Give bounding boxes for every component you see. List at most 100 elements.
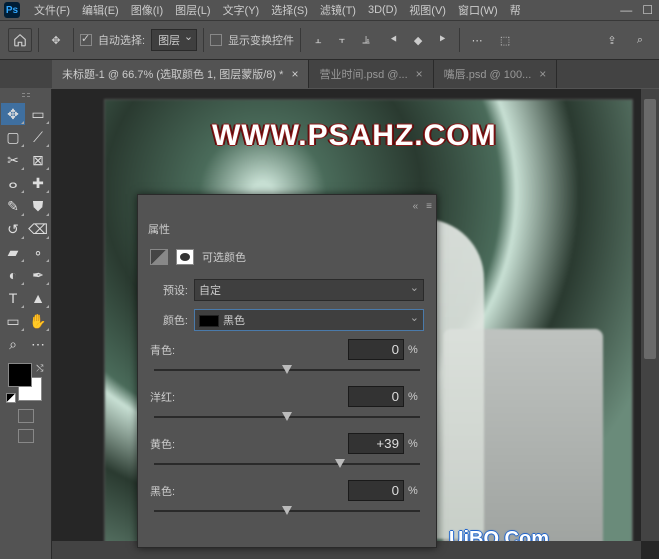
standard-mode-icon[interactable] bbox=[18, 409, 34, 423]
tools-panel: ✥ ▭ ▢ ⟋ ✂ ⊠ ⴰ ✚ ✎ ⛊ ↺ ⌫ ▰ ∘ ◐ ✒ T ▲ ▭ ✋ … bbox=[0, 89, 52, 559]
3d-mode-icon[interactable]: ⬚ bbox=[494, 29, 516, 51]
menu-select[interactable]: 选择(S) bbox=[265, 0, 314, 20]
document-tab[interactable]: 嘴唇.psd @ 100... × bbox=[434, 60, 558, 88]
search-icon[interactable]: ⌕ bbox=[629, 29, 651, 51]
slider-track[interactable] bbox=[154, 505, 420, 517]
collapse-icon[interactable]: « bbox=[413, 201, 419, 212]
screen-mode-icon[interactable] bbox=[18, 429, 34, 443]
align-bottom-icon[interactable]: ⫡ bbox=[355, 29, 377, 51]
default-colors-icon[interactable] bbox=[6, 393, 16, 403]
distribute-icon[interactable]: ⋯ bbox=[466, 29, 488, 51]
slider-thumb[interactable] bbox=[282, 365, 292, 374]
auto-select-checkbox[interactable] bbox=[80, 34, 92, 46]
slider-row: 黑色:% bbox=[150, 480, 424, 501]
menu-help[interactable]: 帮 bbox=[504, 0, 527, 20]
stamp-tool[interactable]: ⛊ bbox=[26, 195, 50, 217]
align-left-icon[interactable]: ⯇ bbox=[383, 29, 405, 51]
close-icon[interactable]: × bbox=[291, 67, 298, 81]
healing-tool[interactable]: ✚ bbox=[26, 172, 50, 194]
slider-value-input[interactable] bbox=[348, 433, 404, 454]
color-dropdown[interactable]: 黑色 bbox=[194, 309, 424, 331]
slider-thumb[interactable] bbox=[282, 412, 292, 421]
lasso-tool[interactable]: ⟋ bbox=[26, 126, 50, 148]
minimize-button[interactable]: — bbox=[620, 3, 632, 17]
panel-header[interactable]: « ≡ bbox=[138, 195, 436, 217]
align-top-icon[interactable]: ⫠ bbox=[307, 29, 329, 51]
maximize-button[interactable]: ☐ bbox=[642, 3, 653, 17]
crop-tool[interactable]: ✂ bbox=[1, 149, 25, 171]
swap-colors-icon[interactable]: ⤭ bbox=[36, 363, 43, 374]
screen-mode[interactable] bbox=[18, 429, 34, 443]
color-swatches[interactable]: ⤭ bbox=[6, 363, 46, 403]
menu-3d[interactable]: 3D(D) bbox=[362, 2, 403, 18]
close-icon[interactable]: × bbox=[416, 67, 423, 81]
panel-grip[interactable] bbox=[6, 93, 46, 101]
slider-track[interactable] bbox=[154, 364, 420, 376]
move-tool[interactable]: ✥ bbox=[1, 103, 25, 125]
selective-color-icon[interactable] bbox=[150, 249, 168, 265]
slider-thumb[interactable] bbox=[335, 459, 345, 468]
slider-thumb[interactable] bbox=[282, 506, 292, 515]
align-hmid-icon[interactable]: ◆ bbox=[407, 29, 429, 51]
show-transform-checkbox[interactable] bbox=[210, 34, 222, 46]
slider-value-input[interactable] bbox=[348, 386, 404, 407]
align-vmid-icon[interactable]: ⫟ bbox=[331, 29, 353, 51]
panel-tab[interactable]: 属性 bbox=[138, 217, 436, 241]
align-right-icon[interactable]: ⯈ bbox=[431, 29, 453, 51]
percent-label: % bbox=[408, 344, 424, 356]
slider-track[interactable] bbox=[154, 411, 420, 423]
percent-label: % bbox=[408, 438, 424, 450]
menu-edit[interactable]: 编辑(E) bbox=[76, 0, 125, 20]
scrollbar-thumb[interactable] bbox=[644, 99, 656, 359]
document-tab-active[interactable]: 未标题-1 @ 66.7% (选取颜色 1, 图层蒙版/8) * × bbox=[52, 60, 309, 88]
auto-select-target-dropdown[interactable]: 图层 bbox=[151, 29, 197, 51]
percent-label: % bbox=[408, 485, 424, 497]
slider-label: 黄色: bbox=[150, 436, 196, 452]
dodge-tool[interactable]: ◐ bbox=[1, 264, 25, 286]
menu-view[interactable]: 视图(V) bbox=[403, 0, 452, 20]
pen-tool[interactable]: ✒ bbox=[26, 264, 50, 286]
artboard-tool[interactable]: ▭ bbox=[26, 103, 50, 125]
eraser-tool[interactable]: ⌫ bbox=[26, 218, 50, 240]
menu-file[interactable]: 文件(F) bbox=[28, 0, 76, 20]
quick-mask-toggle[interactable] bbox=[18, 409, 34, 423]
foreground-color[interactable] bbox=[8, 363, 32, 387]
slider-track[interactable] bbox=[154, 458, 420, 470]
type-tool[interactable]: T bbox=[1, 287, 25, 309]
slider-label: 洋红: bbox=[150, 389, 196, 405]
zoom-tool[interactable]: ⌕ bbox=[1, 333, 25, 355]
shape-tool[interactable]: ▭ bbox=[1, 310, 25, 332]
share-icon[interactable]: ⇪ bbox=[601, 29, 623, 51]
auto-select-label: 自动选择: bbox=[98, 32, 145, 48]
window-controls: — ☐ bbox=[620, 0, 653, 20]
panel-menu-icon[interactable]: ≡ bbox=[426, 201, 432, 212]
menu-layer[interactable]: 图层(L) bbox=[169, 0, 216, 20]
vertical-scrollbar[interactable] bbox=[641, 89, 659, 541]
hand-tool[interactable]: ✋ bbox=[26, 310, 50, 332]
frame-tool[interactable]: ⊠ bbox=[26, 149, 50, 171]
document-tab[interactable]: 营业时间.psd @... × bbox=[309, 60, 433, 88]
brush-tool[interactable]: ✎ bbox=[1, 195, 25, 217]
slider-label: 青色: bbox=[150, 342, 196, 358]
slider-row: 黄色:% bbox=[150, 433, 424, 454]
history-brush-tool[interactable]: ↺ bbox=[1, 218, 25, 240]
menu-filter[interactable]: 滤镜(T) bbox=[314, 0, 362, 20]
tab-title: 营业时间.psd @... bbox=[319, 66, 407, 82]
blur-tool[interactable]: ∘ bbox=[26, 241, 50, 263]
home-icon[interactable] bbox=[8, 28, 32, 52]
close-icon[interactable]: × bbox=[539, 67, 546, 81]
menu-window[interactable]: 窗口(W) bbox=[452, 0, 504, 20]
path-select-tool[interactable]: ▲ bbox=[26, 287, 50, 309]
gradient-tool[interactable]: ▰ bbox=[1, 241, 25, 263]
edit-toolbar[interactable]: ⋯ bbox=[26, 333, 50, 355]
menu-image[interactable]: 图像(I) bbox=[125, 0, 169, 20]
menu-type[interactable]: 文字(Y) bbox=[217, 0, 266, 20]
show-transform-label: 显示变换控件 bbox=[228, 32, 294, 48]
marquee-tool[interactable]: ▢ bbox=[1, 126, 25, 148]
slider-value-input[interactable] bbox=[348, 480, 404, 501]
eyedropper-tool[interactable]: ⴰ bbox=[1, 172, 25, 194]
mask-icon[interactable] bbox=[176, 249, 194, 265]
slider-value-input[interactable] bbox=[348, 339, 404, 360]
move-tool-icon[interactable]: ✥ bbox=[45, 29, 67, 51]
preset-dropdown[interactable]: 自定 bbox=[194, 279, 424, 301]
